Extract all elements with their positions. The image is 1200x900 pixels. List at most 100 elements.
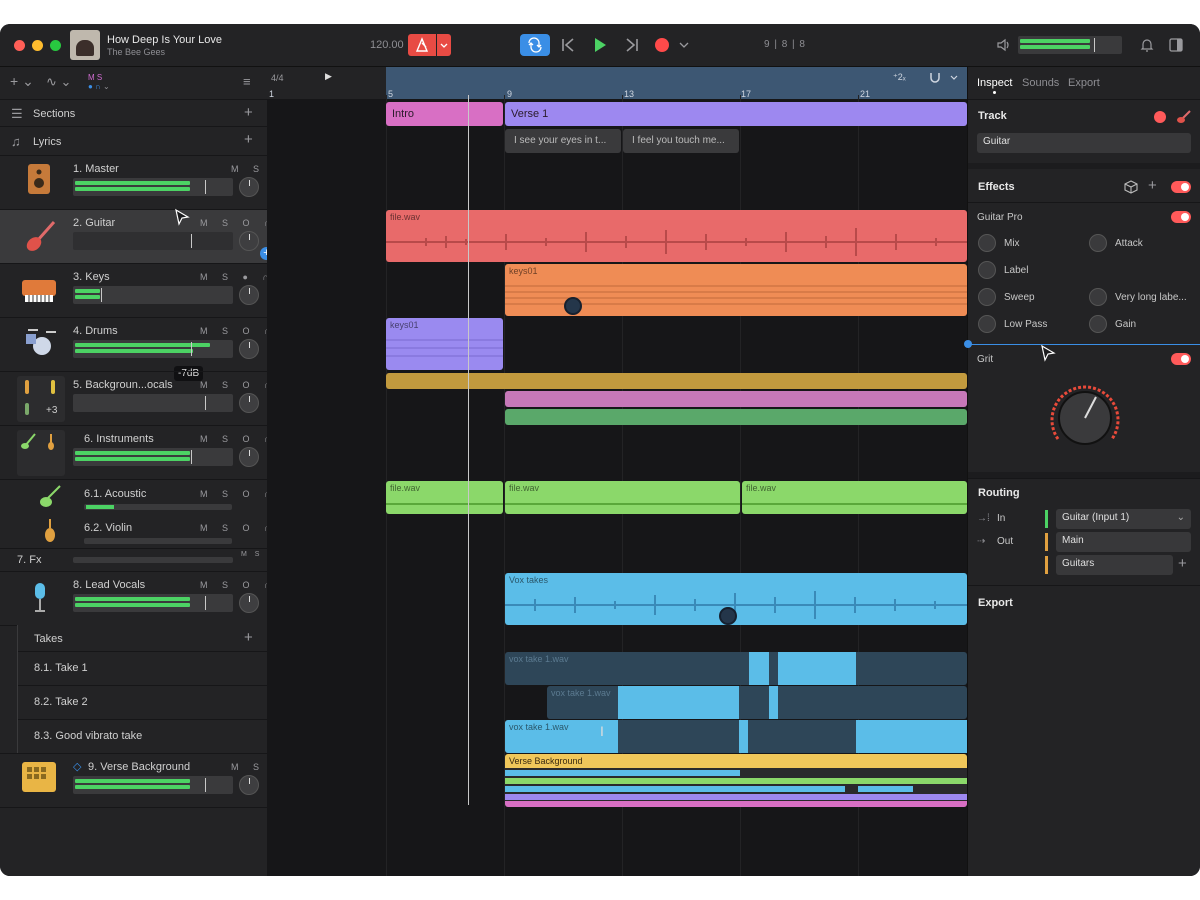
minimize-window-button[interactable]	[32, 40, 43, 51]
effect-toggle[interactable]	[1171, 353, 1191, 365]
mute-solo[interactable]: M S O ∩	[200, 218, 276, 228]
skip-back-icon[interactable]	[560, 36, 576, 54]
clip-take-2[interactable]: vox take 1.wav	[547, 686, 967, 719]
bell-icon[interactable]	[1139, 37, 1155, 53]
pan-knob[interactable]	[239, 285, 259, 305]
panel-toggle-icon[interactable]	[1168, 37, 1184, 53]
volume-fader[interactable]	[73, 394, 233, 412]
zoom-window-button[interactable]	[50, 40, 61, 51]
tab-export[interactable]: Export	[1068, 77, 1100, 89]
mute-solo[interactable]: M S O ∩	[200, 523, 276, 533]
list-options-icon[interactable]: ≡	[243, 75, 251, 88]
take-selection[interactable]	[769, 686, 778, 719]
clip-drums[interactable]: keys01	[386, 318, 503, 370]
clip-guitar[interactable]: file.wav	[386, 210, 967, 262]
track-acoustic[interactable]: 6.1. Acoustic M S O ∩	[0, 480, 270, 514]
track-guitar[interactable]: 2. Guitar M S O ∩	[0, 210, 270, 263]
tab-sounds[interactable]: Sounds	[1022, 77, 1059, 89]
record-button[interactable]	[655, 38, 669, 52]
track-drums[interactable]: 4. Drums M S O ∩ -7dB	[0, 318, 270, 381]
track-lead-vocals[interactable]: 8. Lead Vocals M S O ∩	[0, 572, 270, 625]
add-output-icon[interactable]: +	[1178, 556, 1187, 571]
take-selection[interactable]	[778, 652, 856, 685]
loop-region[interactable]	[386, 67, 967, 99]
pan-knob[interactable]	[239, 177, 259, 197]
grit-knob[interactable]	[1040, 373, 1130, 463]
track-name-field[interactable]: Guitar	[977, 133, 1191, 153]
snap-magnet-icon[interactable]	[927, 70, 961, 86]
guitar-icon[interactable]	[1176, 109, 1192, 125]
volume-fader[interactable]	[73, 178, 233, 196]
playhead[interactable]	[468, 95, 469, 805]
clip-background-vocals-3[interactable]	[505, 409, 967, 425]
volume-fader[interactable]	[84, 504, 232, 510]
mute-solo[interactable]: M S O ∩	[200, 489, 276, 499]
clip-verse-background[interactable]: Verse Background	[505, 754, 967, 807]
track-master[interactable]: 1. Master M S	[0, 156, 267, 209]
volume-fader[interactable]	[73, 594, 233, 612]
volume-fader[interactable]	[73, 557, 233, 563]
low-pass-knob[interactable]	[978, 315, 996, 333]
volume-fader[interactable]	[73, 286, 233, 304]
section-verse-1[interactable]: Verse 1	[505, 102, 967, 126]
volume-fader[interactable]	[73, 448, 233, 466]
take-selection[interactable]	[739, 720, 748, 753]
section-intro[interactable]: Intro	[386, 102, 503, 126]
clip-acoustic[interactable]: file.wav	[505, 481, 740, 514]
add-take-icon[interactable]: +	[244, 630, 253, 645]
pan-knob[interactable]	[239, 231, 259, 251]
tempo-display[interactable]: 120.00	[370, 39, 404, 51]
mute-solo[interactable]: M S ● ∩	[200, 272, 275, 282]
track-violin[interactable]: 6.2. Violin M S O ∩	[0, 514, 270, 548]
gain-knob[interactable]	[1089, 315, 1107, 333]
label-knob[interactable]	[978, 261, 996, 279]
pan-knob[interactable]	[239, 775, 259, 795]
pan-knob[interactable]	[239, 447, 259, 467]
volume-fader[interactable]	[84, 538, 232, 544]
track-keys[interactable]: 3. Keys M S ● ∩	[0, 264, 269, 317]
effect-toggle[interactable]	[1171, 211, 1191, 223]
output-select[interactable]: Guitars	[1056, 555, 1173, 575]
loop-button[interactable]	[520, 34, 550, 56]
take-selection[interactable]	[856, 720, 967, 753]
master-output-meter[interactable]	[1018, 36, 1122, 54]
take-item[interactable]: 8.3. Good vibrato take	[34, 730, 142, 742]
add-lyrics-icon[interactable]: +	[244, 132, 253, 147]
attack-knob[interactable]	[1089, 234, 1107, 252]
mute-solo[interactable]: M S O ∩	[200, 326, 276, 336]
clip-background-vocals-2[interactable]	[505, 391, 967, 407]
track-fx[interactable]: 7. Fx M S	[0, 549, 267, 571]
pan-knob[interactable]	[239, 393, 259, 413]
input-select[interactable]: Guitar (Input 1) ⌄	[1056, 509, 1191, 529]
playhead-marker-icon[interactable]: ▶	[325, 71, 332, 82]
mix-knob[interactable]	[978, 234, 996, 252]
mute-solo[interactable]: M S	[241, 551, 262, 558]
play-icon[interactable]	[592, 36, 608, 54]
take-selection[interactable]	[749, 652, 769, 685]
track-instruments[interactable]: 6. Instruments M S O ∩	[0, 426, 270, 479]
output-select[interactable]: Main	[1056, 532, 1191, 552]
close-window-button[interactable]	[14, 40, 25, 51]
volume-fader[interactable]	[73, 340, 233, 358]
add-track-icon[interactable]: + ⌄	[10, 74, 34, 88]
track-verse-background[interactable]: ◇ 9. Verse Background M S	[0, 754, 267, 807]
cube-icon[interactable]	[1124, 180, 1138, 194]
pan-knob[interactable]	[239, 593, 259, 613]
mute-solo[interactable]: M S O ∩	[200, 580, 276, 590]
skip-forward-icon[interactable]	[624, 36, 640, 54]
clip-acoustic[interactable]: file.wav	[742, 481, 967, 514]
automation-icon[interactable]: ∿ ⌄	[46, 75, 71, 88]
add-effect-icon[interactable]: +	[1148, 178, 1157, 193]
metronome-button[interactable]	[408, 34, 436, 56]
clip-background-vocals-1[interactable]	[386, 373, 967, 389]
record-arm-button[interactable]	[1154, 111, 1166, 123]
take-item[interactable]: 8.2. Take 2	[34, 696, 88, 708]
volume-fader[interactable]	[73, 232, 233, 250]
long-label-knob[interactable]	[1089, 288, 1107, 306]
take-item[interactable]: 8.1. Take 1	[34, 662, 88, 674]
take-selection[interactable]	[618, 686, 739, 719]
ms-filter-icon[interactable]: M S ● ∩ ⌄	[88, 73, 110, 91]
clip-acoustic[interactable]: file.wav	[386, 481, 503, 514]
lyric-line[interactable]: I feel you touch me...	[623, 129, 739, 153]
mute-solo[interactable]: M S O ∩	[200, 380, 276, 390]
